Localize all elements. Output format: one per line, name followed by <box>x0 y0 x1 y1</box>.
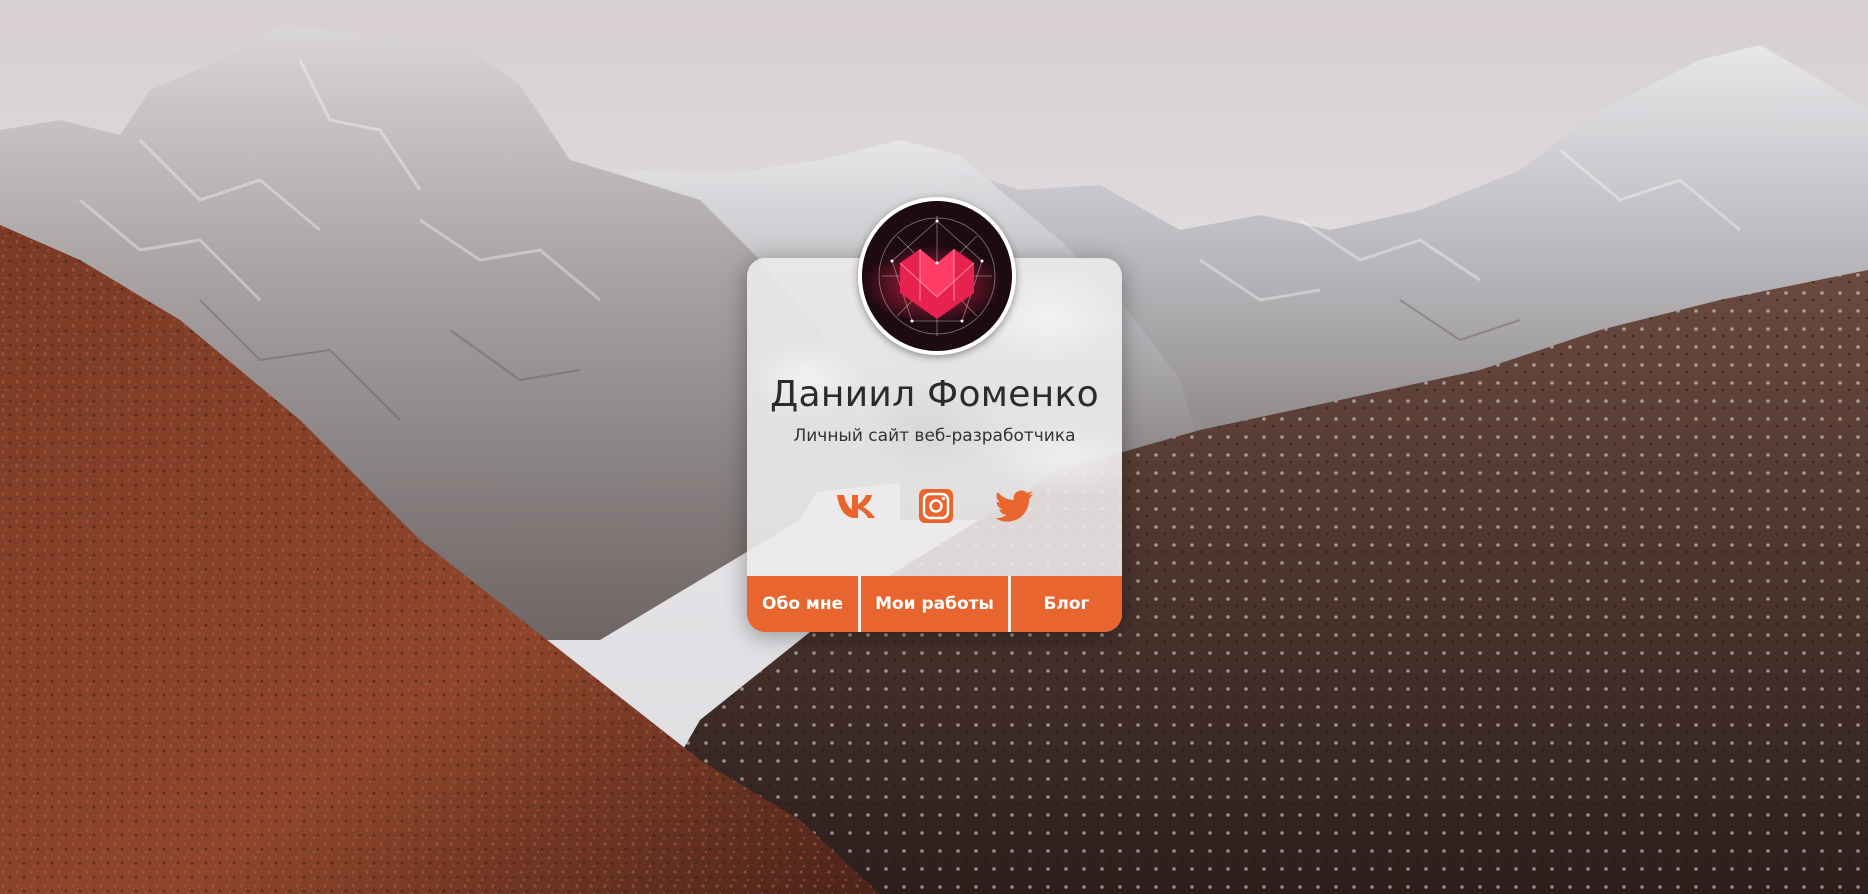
instagram-icon <box>919 489 953 523</box>
blog-button[interactable]: Блог <box>1007 576 1122 632</box>
twitter-icon <box>996 490 1033 522</box>
social-links <box>747 484 1122 528</box>
twitter-link[interactable] <box>993 484 1037 528</box>
about-button[interactable]: Обо мне <box>747 576 859 632</box>
geometric-logo-icon <box>862 201 1012 351</box>
main-navigation: Обо мне Мои работы Блог <box>747 576 1122 632</box>
avatar <box>858 197 1016 355</box>
vk-icon <box>837 495 875 518</box>
profile-card: Даниил Фоменко Личный сайт веб-разработч… <box>747 197 1122 632</box>
profile-name: Даниил Фоменко <box>770 374 1099 415</box>
profile-subtitle: Личный сайт веб-разработчика <box>793 426 1076 446</box>
instagram-link[interactable] <box>914 484 958 528</box>
page-background: Даниил Фоменко Личный сайт веб-разработч… <box>0 0 1868 894</box>
works-button[interactable]: Мои работы <box>858 576 1008 632</box>
vk-link[interactable] <box>834 484 878 528</box>
